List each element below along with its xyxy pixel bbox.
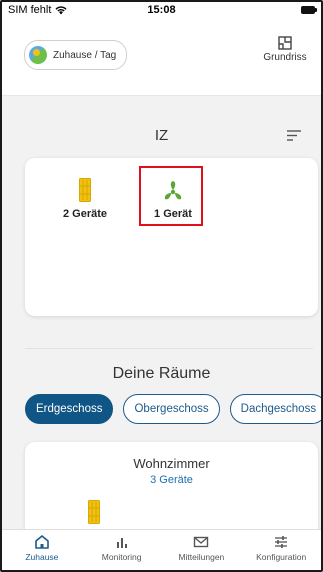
grundriss-label: Grundriss xyxy=(263,52,307,63)
home-avatar-icon xyxy=(29,46,47,64)
bottom-navigation: Zuhause Monitoring Mitteilungen Konfigur… xyxy=(2,529,321,570)
app-screen: SIM fehlt 15:08 Zuhause / Tag Grundriss … xyxy=(0,0,323,572)
top-header: Zuhause / Tag Grundriss xyxy=(2,20,321,96)
tab-obergeschoss[interactable]: Obergeschoss xyxy=(123,394,220,424)
status-bar: SIM fehlt 15:08 xyxy=(2,2,321,20)
device-group-heaters[interactable]: 2 Geräte xyxy=(50,172,120,220)
sliders-icon xyxy=(275,536,288,548)
rooms-title: Deine Räume xyxy=(112,365,211,382)
nav-label: Zuhause xyxy=(25,552,59,562)
tab-erdgeschoss[interactable]: Erdgeschoss xyxy=(25,394,114,424)
clock: 15:08 xyxy=(147,4,176,16)
room-name: Wohnzimmer xyxy=(133,456,210,471)
area-title: IZ xyxy=(154,127,169,144)
floor-tabs: Erdgeschoss Obergeschoss Dachgeschoss xyxy=(25,394,321,424)
device-group-label: 2 Geräte xyxy=(62,208,108,220)
tab-dachgeschoss[interactable]: Dachgeschoss xyxy=(229,394,321,424)
floorplan-icon xyxy=(278,36,292,50)
home-icon xyxy=(35,535,49,549)
room-device-count[interactable]: 3 Geräte xyxy=(25,474,318,486)
selection-highlight xyxy=(139,166,203,226)
home-scene-selector[interactable]: Zuhause / Tag xyxy=(24,40,128,70)
sort-filter-icon[interactable] xyxy=(287,130,301,141)
nav-label: Konfiguration xyxy=(256,552,307,562)
home-scene-label: Zuhause / Tag xyxy=(53,49,117,61)
heater-icon xyxy=(79,178,91,202)
grundriss-button[interactable]: Grundriss xyxy=(255,36,315,63)
battery-icon xyxy=(301,6,317,14)
heater-icon xyxy=(88,500,100,524)
nav-zuhause[interactable]: Zuhause xyxy=(2,530,82,570)
nav-konfiguration[interactable]: Konfiguration xyxy=(241,530,321,570)
section-divider xyxy=(25,348,313,349)
bar-chart-icon xyxy=(116,538,127,548)
nav-label: Monitoring xyxy=(101,552,142,562)
nav-label: Mitteilungen xyxy=(178,552,225,562)
nav-mitteilungen[interactable]: Mitteilungen xyxy=(162,530,242,570)
mail-icon xyxy=(194,536,209,548)
nav-monitoring[interactable]: Monitoring xyxy=(82,530,162,570)
